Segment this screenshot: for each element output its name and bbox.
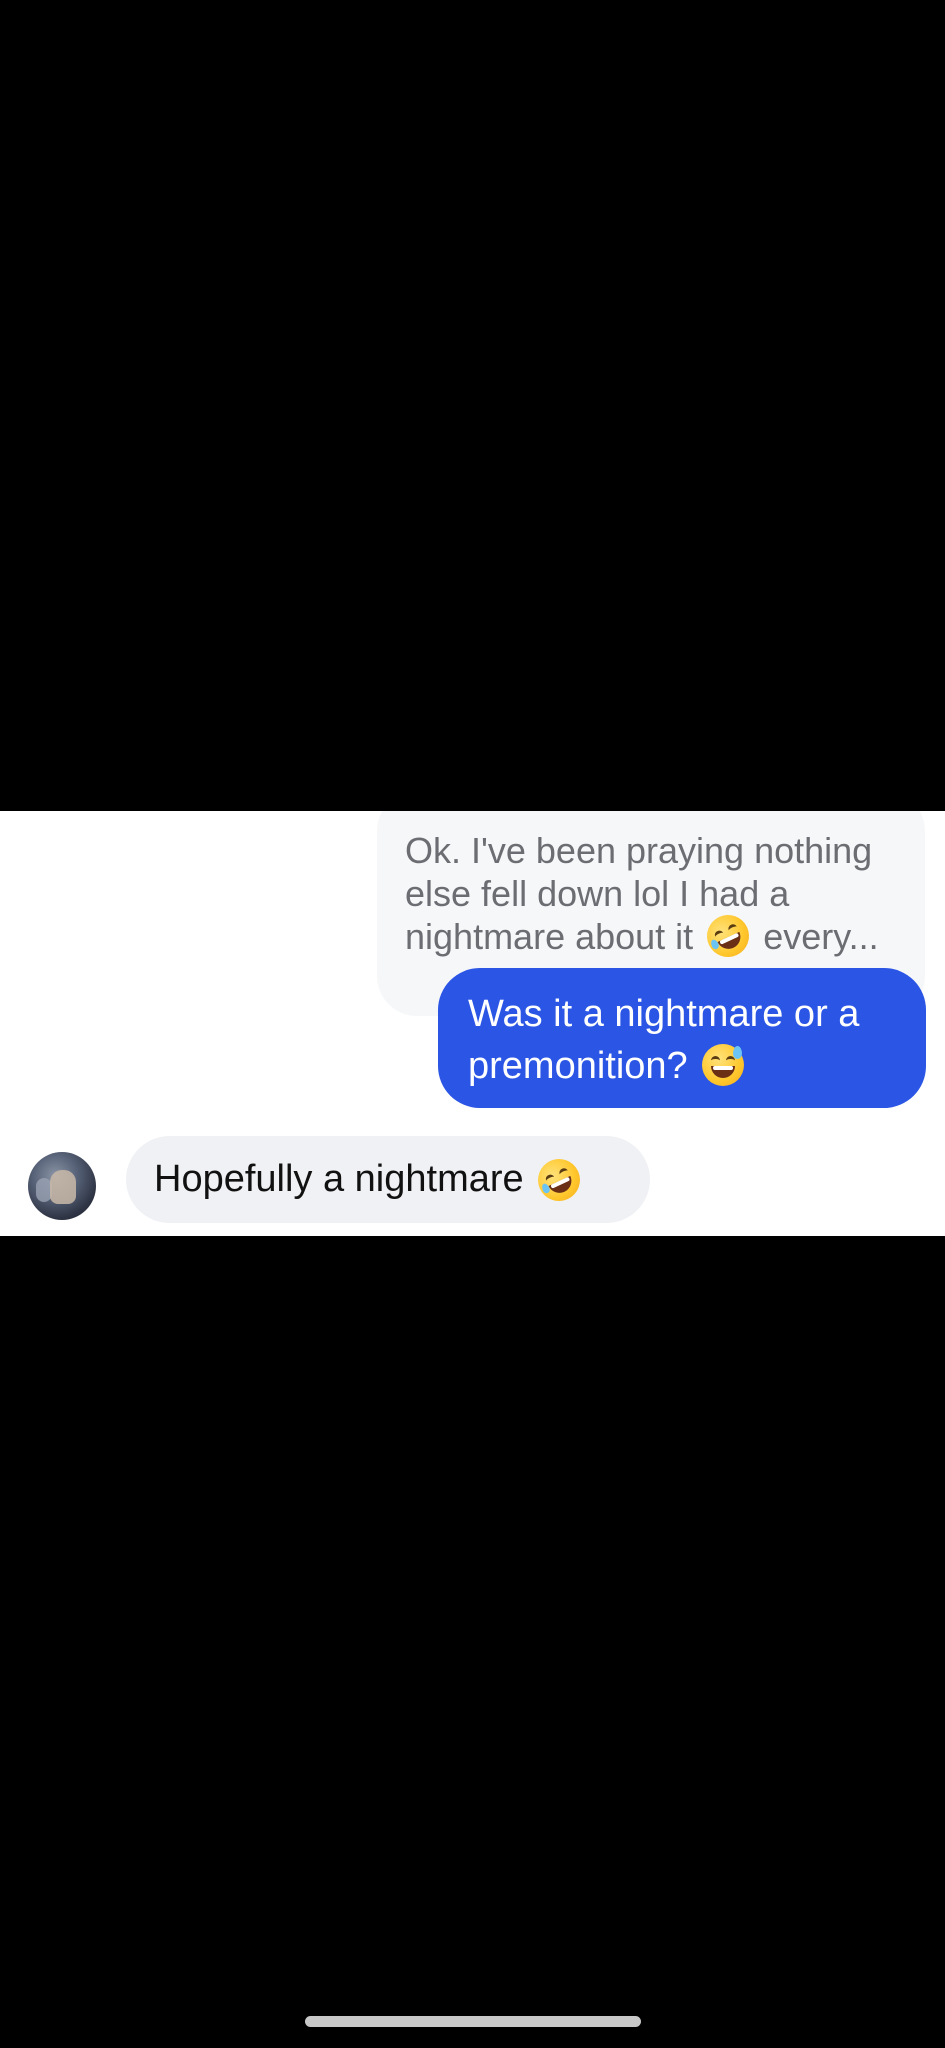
replied-message-text: Ok. I've been praying nothing else fell …	[405, 829, 899, 964]
replied-line-3-end: every...	[763, 916, 879, 957]
screen: Ok. I've been praying nothing else fell …	[0, 0, 945, 2048]
incoming-message-row: Hopefully a nightmare	[0, 1136, 945, 1226]
grinning-sweat-icon	[702, 1044, 745, 1086]
replied-line-1: Ok. I've been praying nothing	[405, 830, 873, 871]
avatar[interactable]	[28, 1152, 96, 1220]
rolling-on-floor-laughing-icon	[700, 908, 757, 964]
outgoing-message-text: Was it a nightmare or a premonition?	[468, 988, 900, 1092]
chat-panel: Ok. I've been praying nothing else fell …	[0, 811, 945, 1236]
outgoing-line-1: Was it a nightmare or a	[468, 993, 860, 1035]
home-indicator[interactable]	[305, 2016, 641, 2027]
outgoing-line-2: premonition?	[468, 1045, 688, 1087]
incoming-message-text: Hopefully a nightmare	[154, 1158, 524, 1200]
incoming-message-bubble[interactable]: Hopefully a nightmare	[126, 1136, 650, 1223]
outgoing-message-bubble[interactable]: Was it a nightmare or a premonition?	[438, 968, 926, 1108]
replied-line-3-start: nightmare about it	[405, 916, 694, 957]
replied-line-2: else fell down lol I had a	[405, 873, 790, 914]
rolling-on-floor-laughing-icon	[531, 1151, 588, 1208]
